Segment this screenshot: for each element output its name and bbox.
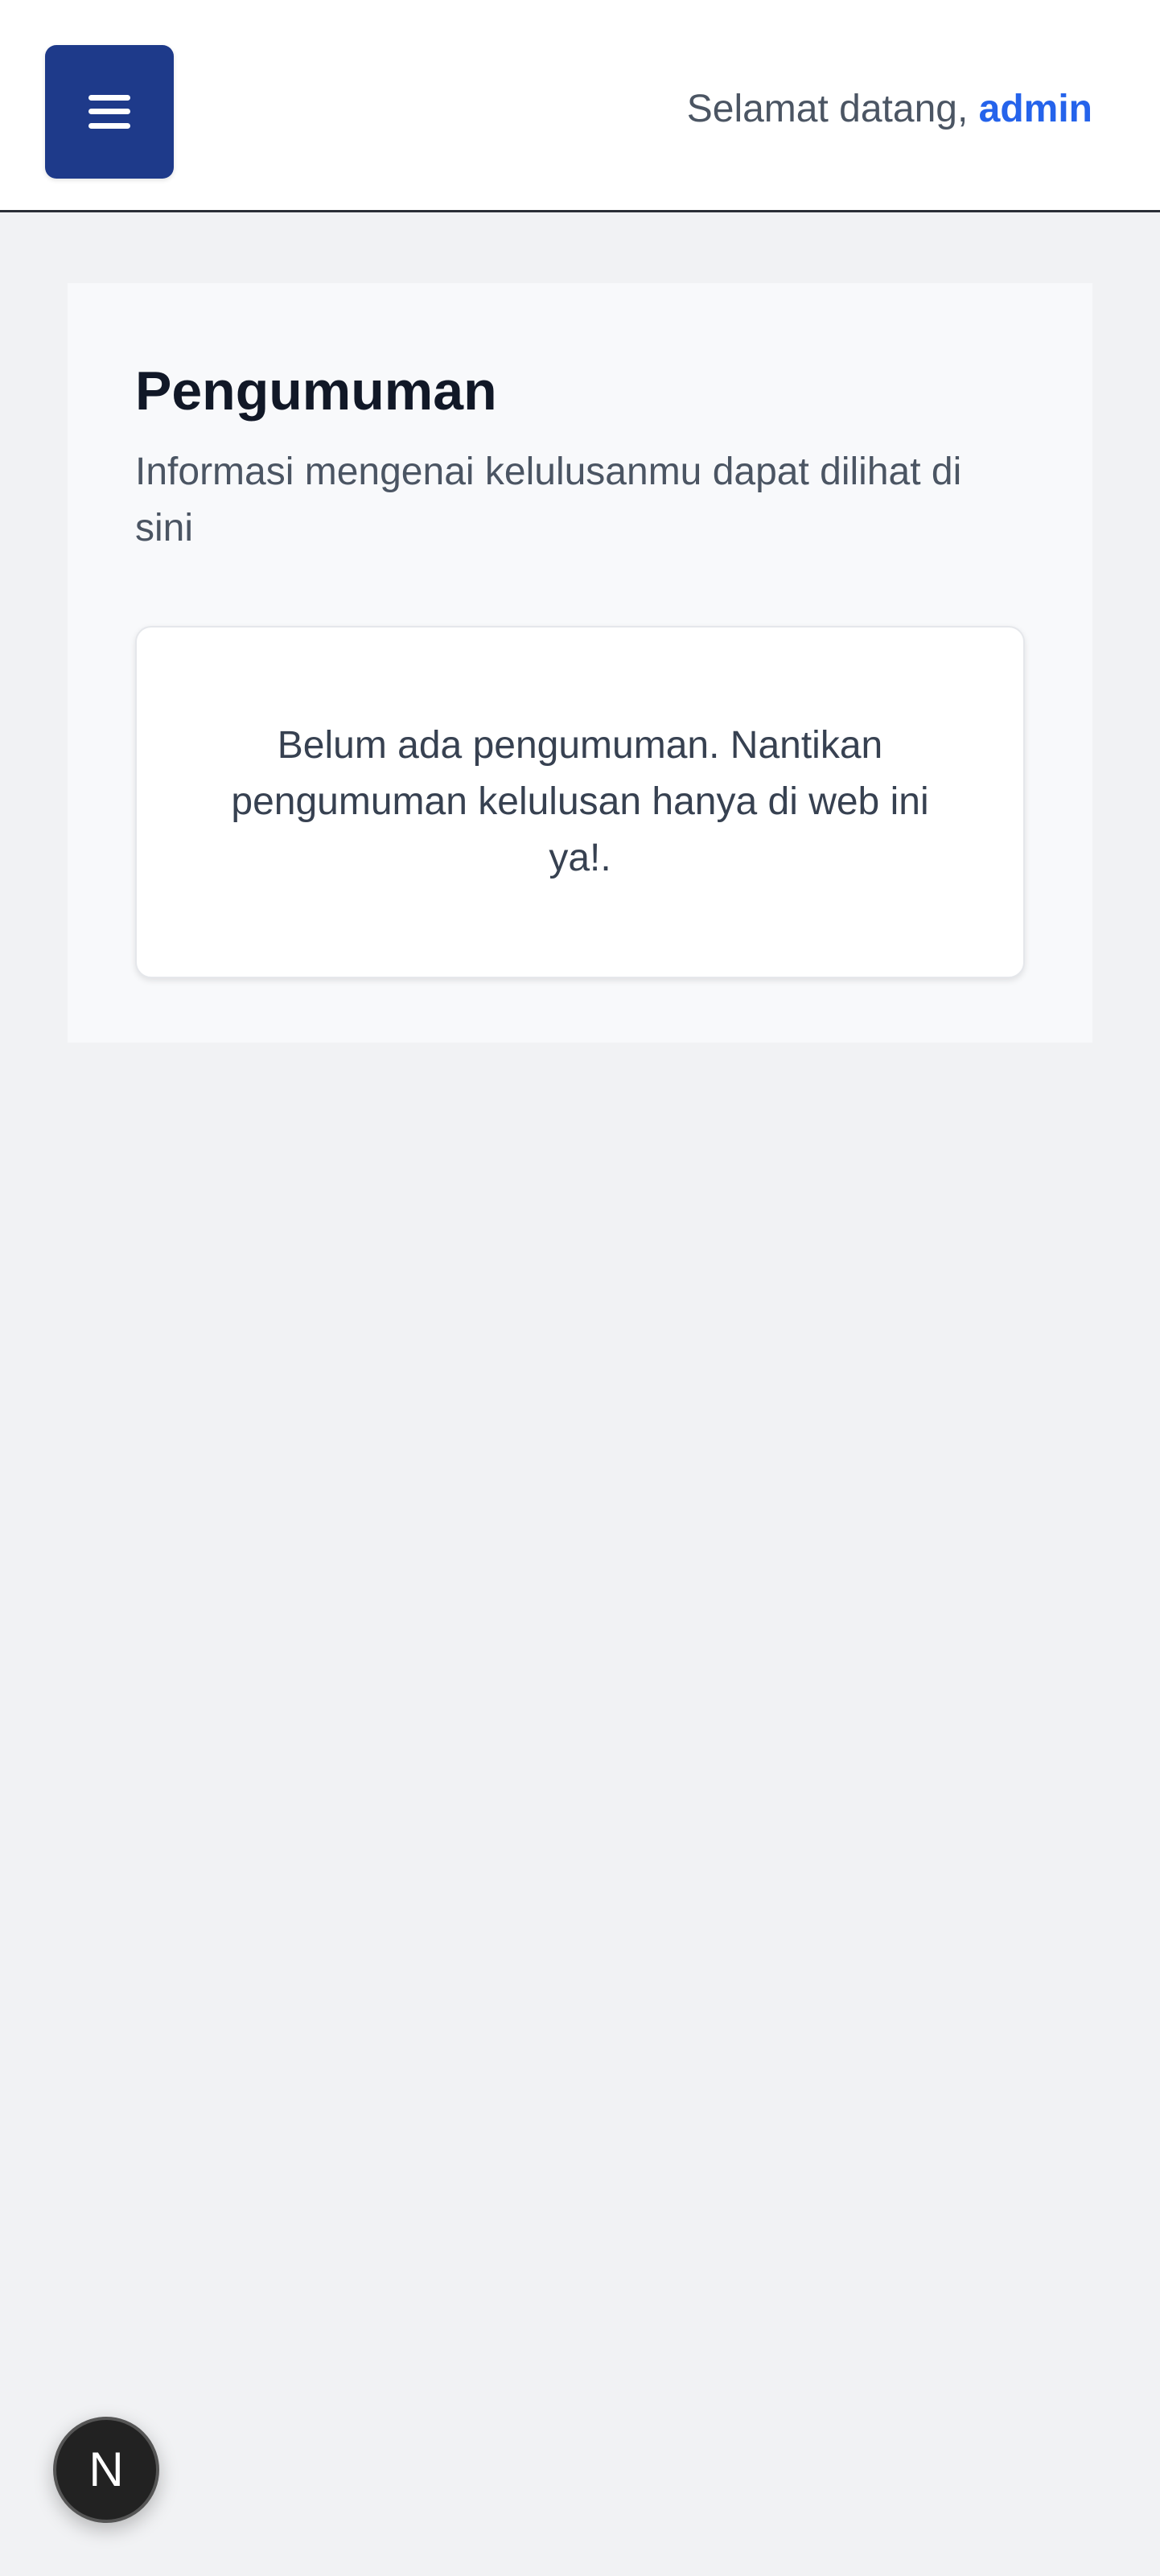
username: admin bbox=[978, 88, 1092, 130]
top-header: Selamat datang, admin bbox=[0, 0, 1160, 212]
next-dev-indicator-button[interactable]: N bbox=[53, 2417, 159, 2523]
n-logo-icon: N bbox=[88, 2442, 124, 2496]
hamburger-menu-icon bbox=[88, 95, 130, 129]
empty-announcement-message: Belum ada pengumuman. Nantikan pengumuma… bbox=[231, 724, 929, 879]
announcement-panel: Pengumuman Informasi mengenai kelulusanm… bbox=[68, 283, 1092, 1043]
welcome-message: Selamat datang, admin bbox=[687, 84, 1092, 135]
menu-button[interactable] bbox=[45, 45, 174, 179]
empty-announcement-card: Belum ada pengumuman. Nantikan pengumuma… bbox=[135, 626, 1025, 978]
page-title: Pengumuman bbox=[135, 360, 497, 422]
page-subtitle: Informasi mengenai kelulusanmu dapat dil… bbox=[135, 451, 962, 549]
welcome-prefix: Selamat datang, bbox=[686, 88, 979, 130]
